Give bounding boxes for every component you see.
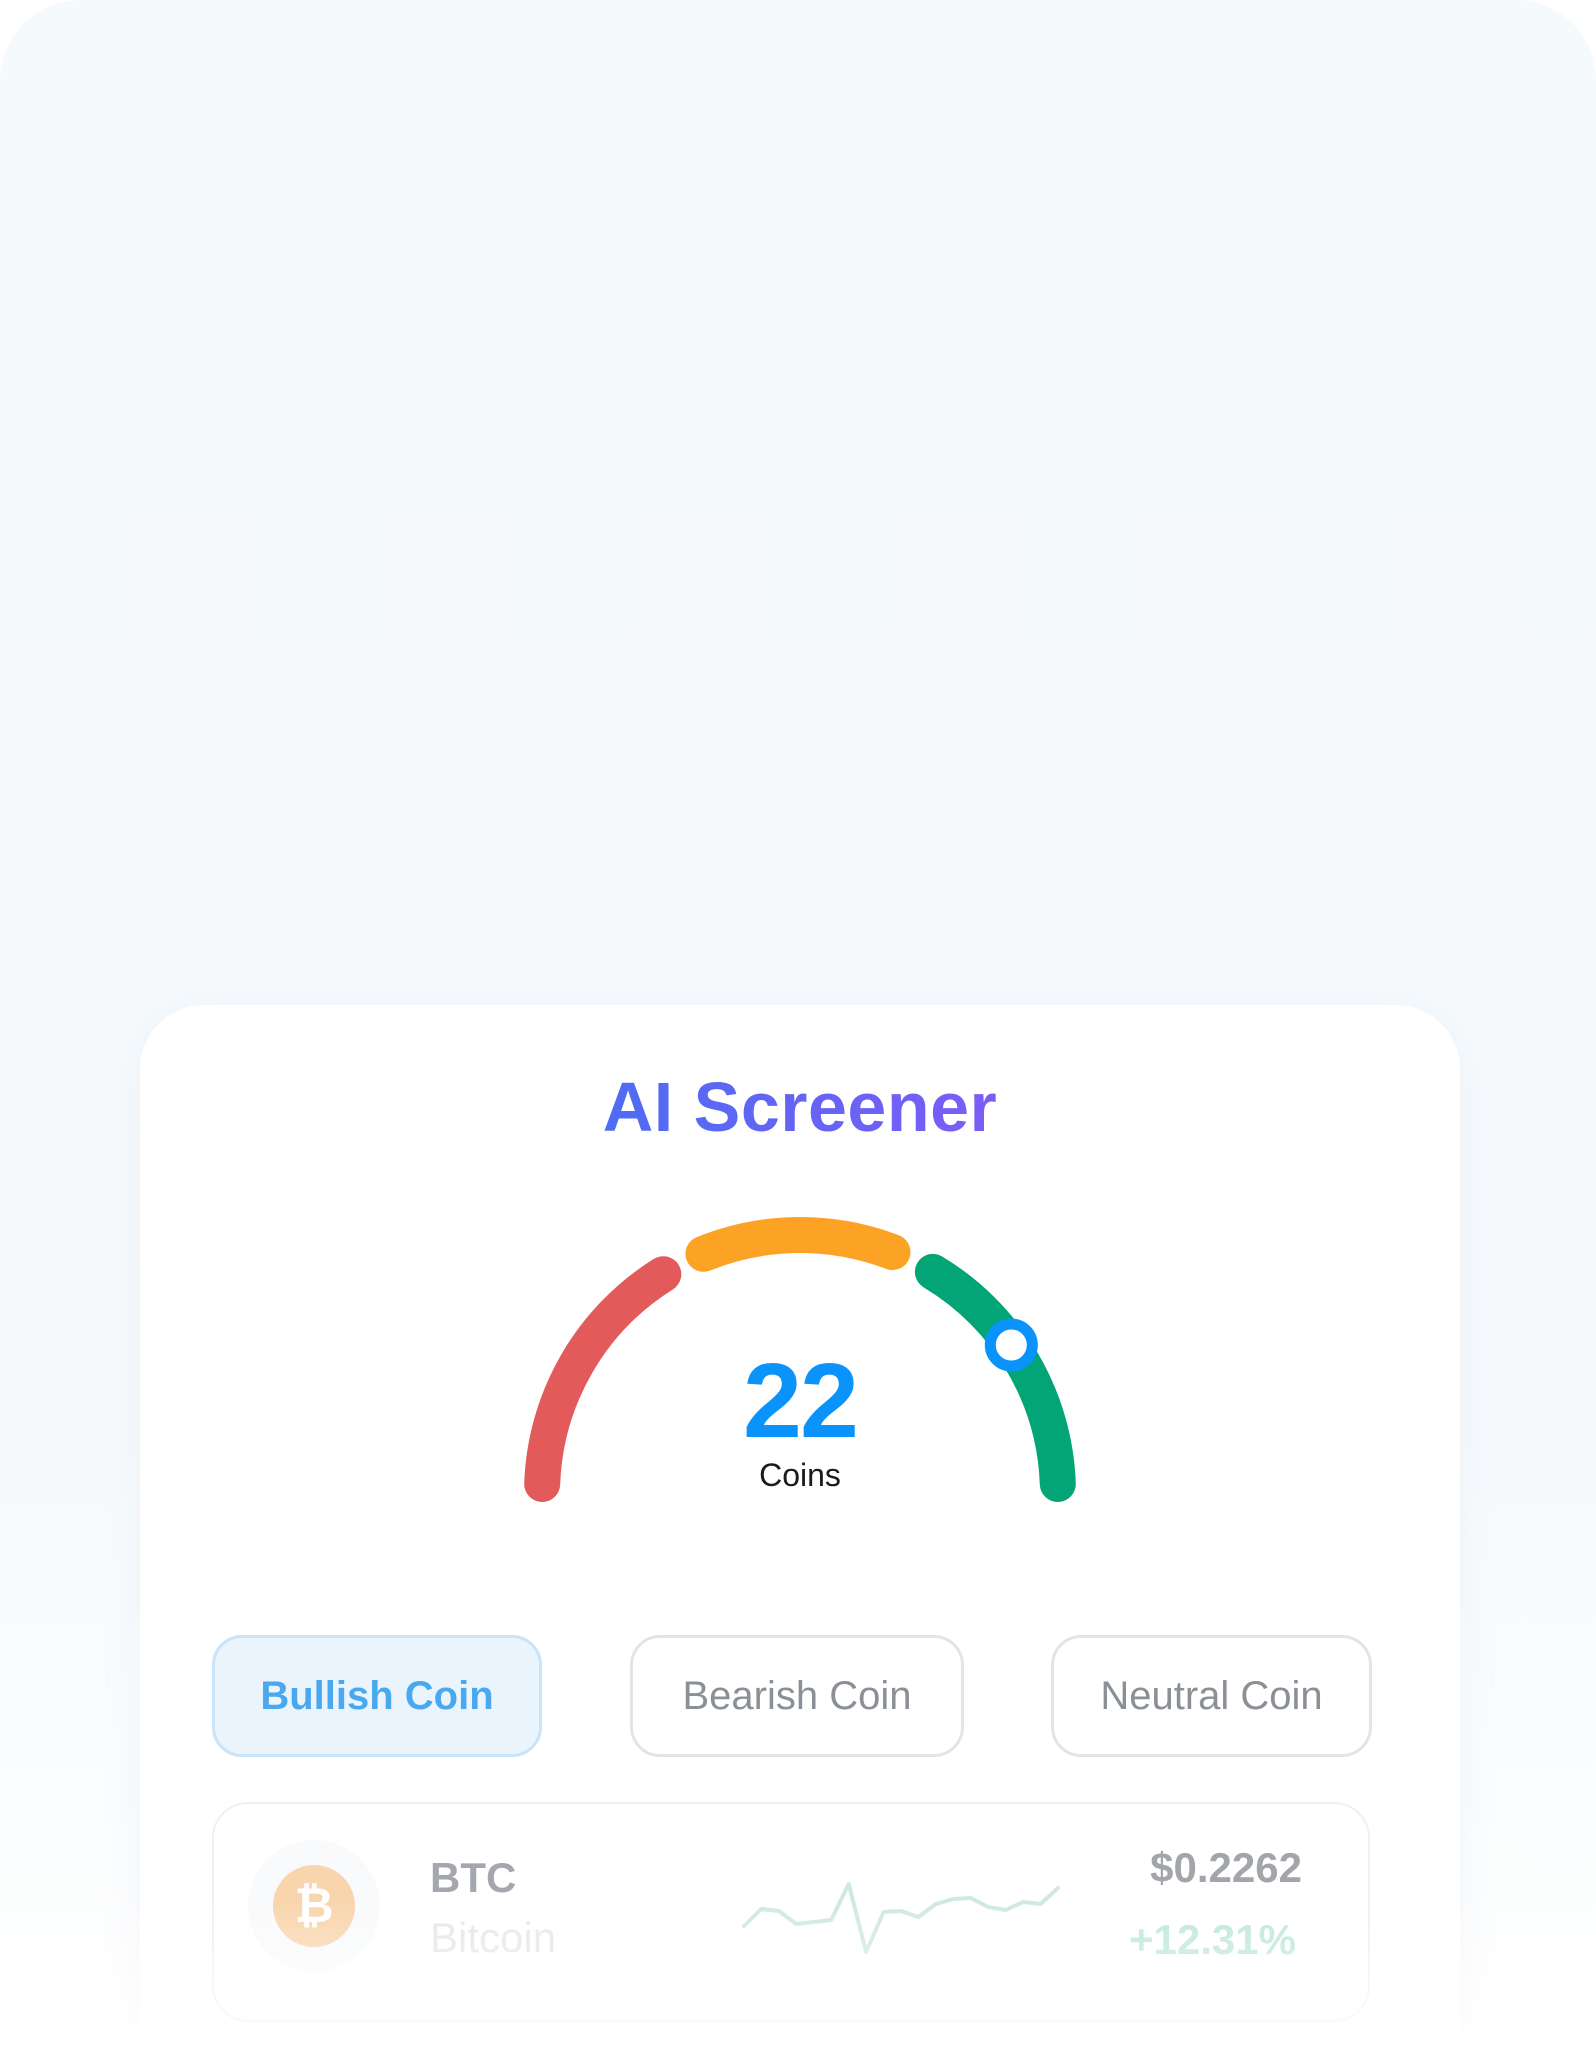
coin-symbol: BTC (430, 1854, 517, 1901)
coin-price-change: +12.31% (1129, 1916, 1296, 1963)
coin-name: Bitcoin (430, 1914, 557, 1961)
bitcoin-icon: ₿ (273, 1865, 355, 1947)
coin-icon-container: ₿ (248, 1840, 380, 1972)
price-sparkline (742, 1882, 1060, 1954)
tab-neutral-coin[interactable]: Neutral Coin (1051, 1635, 1372, 1757)
coin-price: $0.2262 (1150, 1844, 1302, 1891)
coin-list-item[interactable]: ₿ BTC Bitcoin $0.2262 +12.31% (212, 1802, 1370, 2022)
app-frame: AI Screener 22 Coins Bullish Coin Bearis… (0, 0, 1596, 2064)
coin-count-label: Coins (759, 1457, 841, 1493)
gauge-segment-neutral (685, 1217, 911, 1272)
screener-title: AI Screener (602, 1068, 998, 1146)
tab-bearish-coin[interactable]: Bearish Coin (630, 1635, 964, 1757)
tab-bullish-coin[interactable]: Bullish Coin (212, 1635, 542, 1757)
coin-count: 22 (743, 1342, 859, 1460)
ai-screener-card: AI Screener 22 Coins Bullish Coin Bearis… (140, 1005, 1460, 2064)
